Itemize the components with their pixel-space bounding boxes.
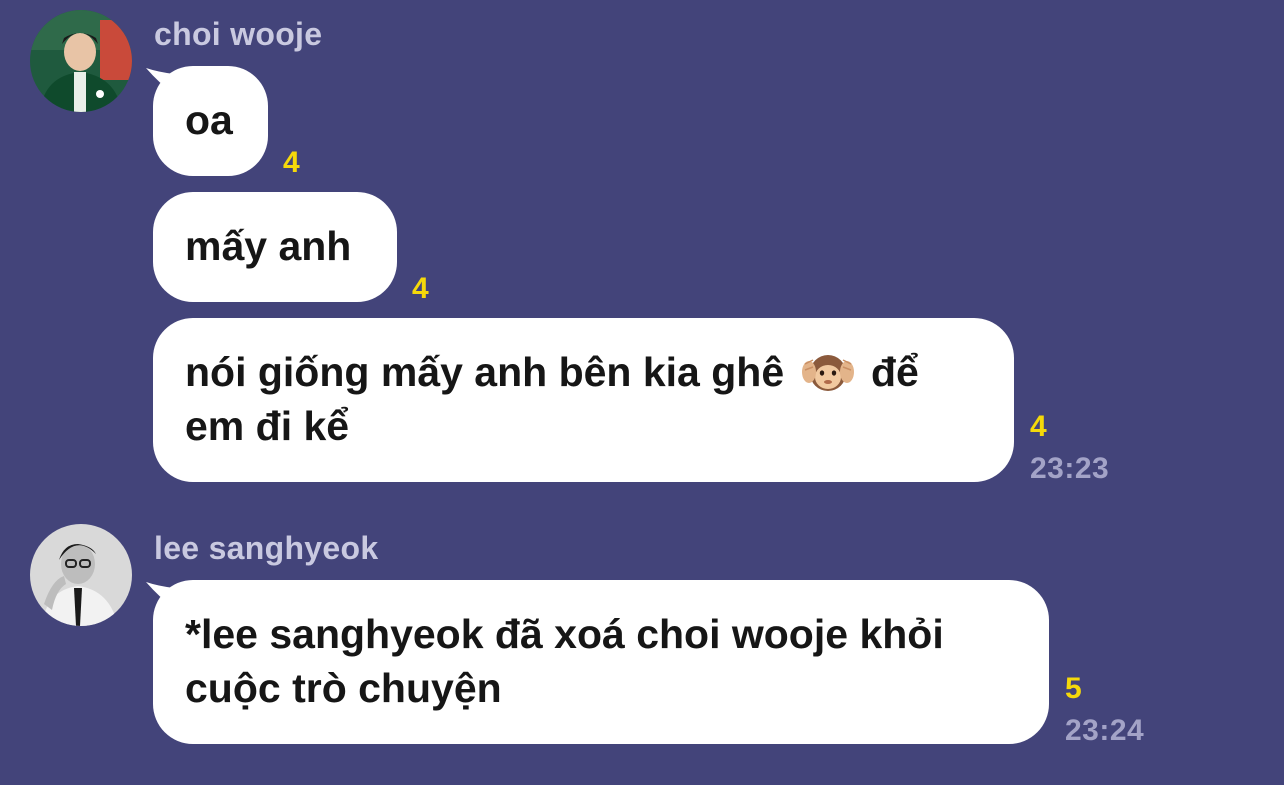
message-bubble[interactable]: mấy anh [153, 192, 397, 302]
avatar-lee-sanghyeok[interactable] [30, 524, 132, 626]
sender-name: choi wooje [154, 16, 323, 52]
message-timestamp: 23:24 [1065, 714, 1145, 747]
profile-photo-icon [30, 524, 132, 626]
message-text: nói giống mấy anh bên kia ghê [185, 349, 785, 395]
chat-screen[interactable]: choi wooje oa 4 mấy anh 4 nói giống mấy … [0, 0, 1284, 785]
hear-no-evil-monkey-icon [801, 355, 854, 391]
message-text: mấy anh [185, 223, 352, 269]
message-text: để [870, 349, 919, 395]
message-timestamp: 23:23 [1030, 452, 1110, 485]
unread-count: 5 [1065, 672, 1082, 705]
unread-count: 4 [1030, 410, 1047, 443]
unread-count: 4 [283, 146, 300, 179]
message-text: em đi kể [185, 403, 350, 449]
message-bubble[interactable]: oa [153, 66, 268, 176]
sender-name: lee sanghyeok [154, 530, 379, 566]
unread-count: 4 [412, 272, 429, 305]
profile-photo-icon [30, 10, 132, 112]
message-bubble[interactable]: nói giống mấy anh bên kia ghê để em đi k… [153, 318, 1014, 482]
avatar-choi-wooje[interactable] [30, 10, 132, 112]
message-line: nói giống mấy anh bên kia ghê để [185, 345, 982, 399]
message-bubble[interactable]: *lee sanghyeok đã xoá choi wooje khỏi cu… [153, 580, 1049, 744]
message-text: *lee sanghyeok đã xoá choi wooje khỏi [185, 611, 944, 657]
message-text: cuộc trò chuyện [185, 665, 502, 711]
message-text: oa [185, 97, 233, 143]
